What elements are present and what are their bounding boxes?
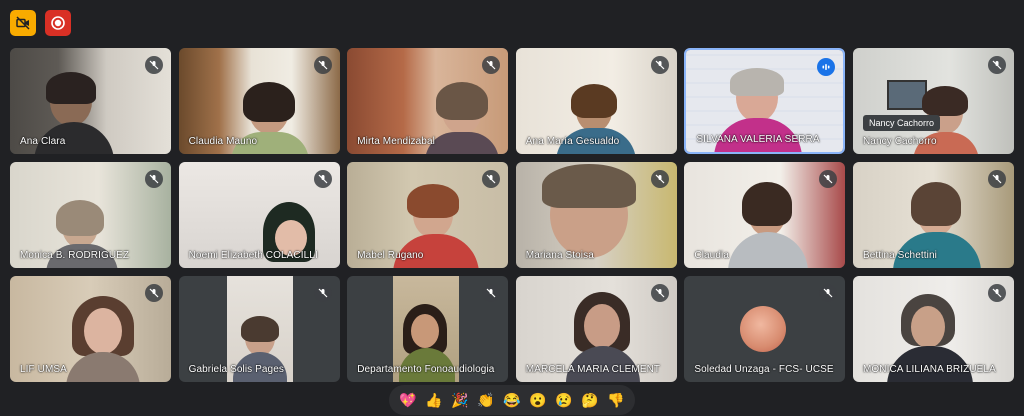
mic-off-icon [482,283,501,302]
participant-name: Gabriela Solis Pages [188,363,284,375]
mic-off-icon [650,283,669,302]
participant-name: Ana María Gesualdo [525,136,620,147]
name-tooltip: Nancy Cachorro [862,115,940,131]
mic-off-icon [313,283,332,302]
avatar [740,305,787,352]
participant-tile[interactable]: Soledad Unzaga - FCS- UCSE [684,275,846,382]
participant-name: Mariana Stoisa [525,249,594,261]
wall-picture [886,80,927,110]
participant-tile[interactable]: Bettina Schettini [852,161,1014,268]
reaction-party[interactable]: 🎉 [449,389,471,411]
participant-name: Nancy Cachorro [862,136,937,147]
participant-tile[interactable]: Mabel Rugano [347,161,509,268]
hair [910,181,961,226]
mic-off-icon [650,169,669,188]
hair [242,82,295,122]
hair [46,72,96,104]
participant-tile[interactable]: Claudia [684,161,846,268]
hair [570,84,617,118]
hair [742,181,793,226]
mic-off-icon [987,283,1006,302]
participant-tile[interactable]: Claudia Mauno [178,48,340,154]
participant-name: Claudia Mauno [188,136,258,147]
reaction-heart[interactable]: 💖 [397,389,419,411]
mic-off-icon [145,283,163,302]
participant-tile[interactable]: Ana María Gesualdo [515,48,677,154]
reaction-thinking[interactable]: 🤔 [579,389,601,411]
participant-tile[interactable]: LIF UMSA [10,275,171,382]
participant-tile[interactable]: Monica B. RODRIGUEZ [10,161,171,268]
participant-name: Departamento Fonoaudiologia [357,363,495,375]
hair [541,163,636,208]
mic-off-icon [819,283,838,302]
mic-off-icon [650,56,669,74]
record-button[interactable] [45,10,71,36]
participant-name: Mirta Mendizabal [357,136,435,147]
participant-face [411,313,440,348]
mic-off-icon [313,56,332,74]
participant-name: Ana Clara [20,136,66,147]
participant-tile-active-speaker[interactable]: SILVANA VALERIA SERRA [684,48,846,154]
mic-off-icon [313,169,332,188]
mic-off-icon [145,169,163,188]
hair [56,199,104,236]
hair [240,315,279,342]
participant-tile[interactable]: Mirta Mendizabal [347,48,509,154]
reactions-bar: 💖 👍 🎉 👏 😂 😮 😢 🤔 👎 [389,385,635,415]
participant-tile[interactable]: Ana Clara [10,48,171,154]
participant-tile[interactable]: Noemi Elizabeth COLACILLI [178,161,340,268]
reaction-laugh[interactable]: 😂 [501,389,523,411]
camera-off-button[interactable] [10,10,36,36]
participant-tile[interactable]: MONICA LILIANA BRIZUELA [852,275,1014,382]
participant-name: Claudia [694,249,729,261]
camera-off-icon [16,16,30,30]
participant-face [583,303,620,348]
participant-name: LIF UMSA [20,363,67,375]
reaction-thumbs-down[interactable]: 👎 [605,389,627,411]
participant-tile[interactable]: Nancy Cachorro Nancy Cachorro [852,48,1014,154]
mic-off-icon [145,56,163,74]
participant-name: Monica B. RODRIGUEZ [20,249,130,261]
participant-tile[interactable]: Gabriela Solis Pages [178,275,340,382]
participant-name: MONICA LILIANA BRIZUELA [862,363,996,375]
mic-off-icon [987,169,1006,188]
reaction-clap[interactable]: 👏 [475,389,497,411]
participant-face [84,307,122,354]
participant-name: Bettina Schettini [862,249,937,261]
hair [921,86,968,116]
participant-name: SILVANA VALERIA SERRA [696,134,820,145]
participant-tile[interactable]: Departamento Fonoaudiologia [347,275,509,382]
hair [407,183,460,218]
reaction-surprised[interactable]: 😮 [527,389,549,411]
participant-name: Mabel Rugano [357,249,424,261]
participant-face [910,305,945,348]
hair [730,68,785,96]
participant-grid: Ana Clara Claudia Mauno Mirta Mendizabal… [10,48,1014,382]
participant-tile[interactable]: MARCELA MARIA CLEMENT [515,275,677,382]
reaction-sad[interactable]: 😢 [553,389,575,411]
mic-off-icon [987,56,1006,74]
participant-name: Soledad Unzaga - FCS- UCSE [694,363,834,375]
mic-off-icon [482,169,501,188]
hair [436,82,489,120]
record-icon [51,16,65,30]
participant-name: MARCELA MARIA CLEMENT [525,363,661,375]
participant-tile[interactable]: Mariana Stoisa [515,161,677,268]
participant-name: Noemi Elizabeth COLACILLI [188,249,318,261]
reaction-thumbs-up[interactable]: 👍 [423,389,445,411]
